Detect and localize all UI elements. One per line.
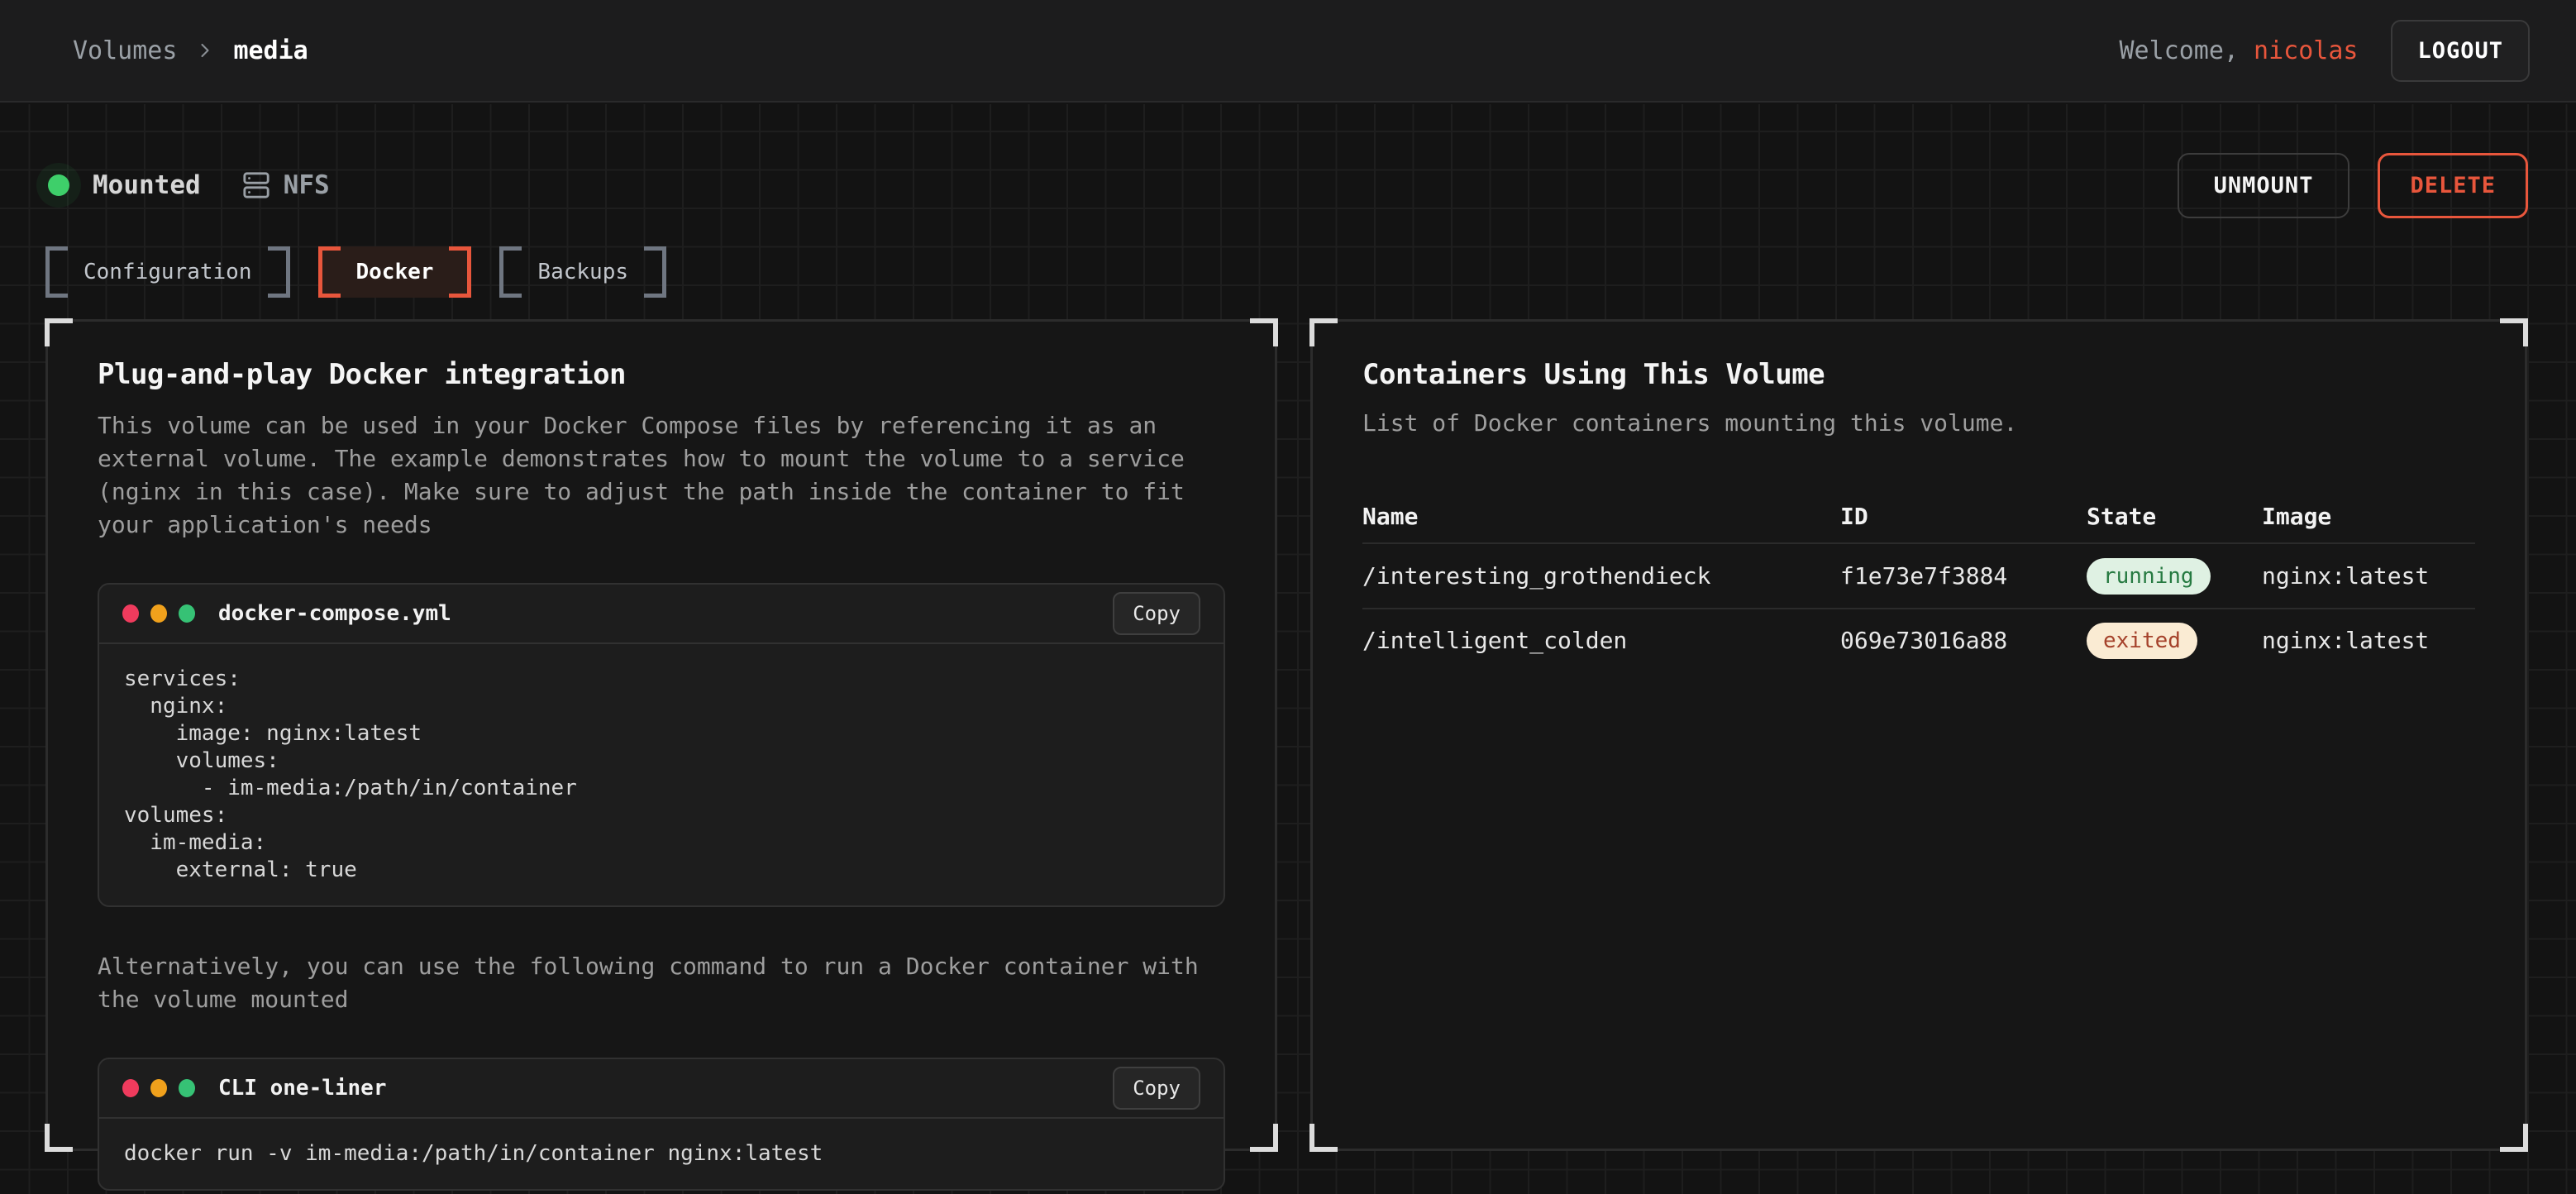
username: nicolas xyxy=(2254,36,2358,65)
breadcrumb: Volumes media xyxy=(73,36,308,65)
cli-code-content: docker run -v im-media:/path/in/containe… xyxy=(99,1119,1224,1189)
cli-note: Alternatively, you can use the following… xyxy=(98,950,1225,1016)
cell-container-name: /interesting_grothendieck xyxy=(1362,562,1840,590)
chevron-right-icon xyxy=(193,39,217,62)
tab-docker[interactable]: Docker xyxy=(318,246,472,298)
traffic-dot-yellow-icon xyxy=(150,1079,167,1097)
top-header-bar: Volumes media Welcome, nicolas LOGOUT xyxy=(0,0,2576,103)
containers-table: Name ID State Image /interesting_grothen… xyxy=(1362,490,2475,671)
table-row: /intelligent_colden 069e73016a88 exited … xyxy=(1362,608,2475,671)
traffic-dot-green-icon xyxy=(179,604,195,623)
breadcrumb-volumes-link[interactable]: Volumes xyxy=(73,36,177,65)
compose-code-block: docker-compose.yml Copy services: nginx:… xyxy=(98,583,1225,907)
cell-container-image: nginx:latest xyxy=(2262,627,2475,654)
cli-code-block: CLI one-liner Copy docker run -v im-medi… xyxy=(98,1058,1225,1191)
traffic-dot-green-icon xyxy=(179,1079,195,1097)
cell-container-id: 069e73016a88 xyxy=(1840,627,2087,654)
tab-backups[interactable]: Backups xyxy=(499,246,666,298)
state-badge-exited: exited xyxy=(2087,623,2197,659)
docker-panel-description: This volume can be used in your Docker C… xyxy=(98,409,1225,542)
traffic-dots xyxy=(122,604,195,623)
containers-panel-title: Containers Using This Volume xyxy=(1362,358,2475,391)
unmount-button[interactable]: UNMOUNT xyxy=(2178,153,2350,218)
compose-filename: docker-compose.yml xyxy=(218,601,451,626)
column-header-name: Name xyxy=(1362,503,1840,530)
logout-button[interactable]: LOGOUT xyxy=(2391,20,2530,82)
cell-container-state: exited xyxy=(2087,623,2262,659)
cell-container-name: /intelligent_colden xyxy=(1362,627,1840,654)
corner-bracket-bottom-right xyxy=(1250,1124,1278,1152)
breadcrumb-current: media xyxy=(233,36,308,65)
containers-panel: Containers Using This Volume List of Doc… xyxy=(1310,319,2527,1151)
traffic-dot-red-icon xyxy=(122,1079,139,1097)
traffic-dot-red-icon xyxy=(122,604,139,623)
corner-bracket-bottom-right xyxy=(2500,1124,2528,1152)
containers-panel-subtitle: List of Docker containers mounting this … xyxy=(1362,409,2475,437)
delete-button[interactable]: DELETE xyxy=(2378,153,2528,218)
column-header-image: Image xyxy=(2262,503,2475,530)
corner-bracket-top-right xyxy=(2500,318,2528,346)
mount-status-label: Mounted xyxy=(93,170,201,200)
cli-copy-button[interactable]: Copy xyxy=(1113,1067,1200,1110)
traffic-dot-yellow-icon xyxy=(150,604,167,623)
driver-label: NFS xyxy=(284,170,330,200)
compose-copy-button[interactable]: Copy xyxy=(1113,592,1200,635)
tab-bar: Configuration Docker Backups xyxy=(0,246,2576,298)
tab-configuration[interactable]: Configuration xyxy=(45,246,290,298)
docker-integration-panel: Plug-and-play Docker integration This vo… xyxy=(45,319,1277,1151)
column-header-state: State xyxy=(2087,503,2262,530)
page-body: Mounted NFS UNMOUNT DELETE Configuration… xyxy=(0,104,2576,1194)
state-badge-running: running xyxy=(2087,558,2211,595)
corner-bracket-top-left xyxy=(45,318,73,346)
welcome-text: Welcome, nicolas xyxy=(2119,36,2358,65)
column-header-id: ID xyxy=(1840,503,2087,530)
compose-code-content: services: nginx: image: nginx:latest vol… xyxy=(99,644,1224,905)
table-header-row: Name ID State Image xyxy=(1362,490,2475,544)
table-row: /interesting_grothendieck f1e73e7f3884 r… xyxy=(1362,544,2475,608)
cell-container-state: running xyxy=(2087,558,2262,595)
corner-bracket-bottom-left xyxy=(1309,1124,1338,1152)
corner-bracket-bottom-left xyxy=(45,1124,73,1152)
cli-filename: CLI one-liner xyxy=(218,1076,387,1101)
mounted-status-dot-icon xyxy=(48,174,69,196)
cell-container-image: nginx:latest xyxy=(2262,562,2475,590)
status-row: Mounted NFS UNMOUNT DELETE xyxy=(0,152,2576,218)
traffic-dots xyxy=(122,1079,195,1097)
docker-panel-title: Plug-and-play Docker integration xyxy=(98,358,1225,391)
corner-bracket-top-right xyxy=(1250,318,1278,346)
cell-container-id: f1e73e7f3884 xyxy=(1840,562,2087,590)
server-icon xyxy=(242,171,270,199)
corner-bracket-top-left xyxy=(1309,318,1338,346)
